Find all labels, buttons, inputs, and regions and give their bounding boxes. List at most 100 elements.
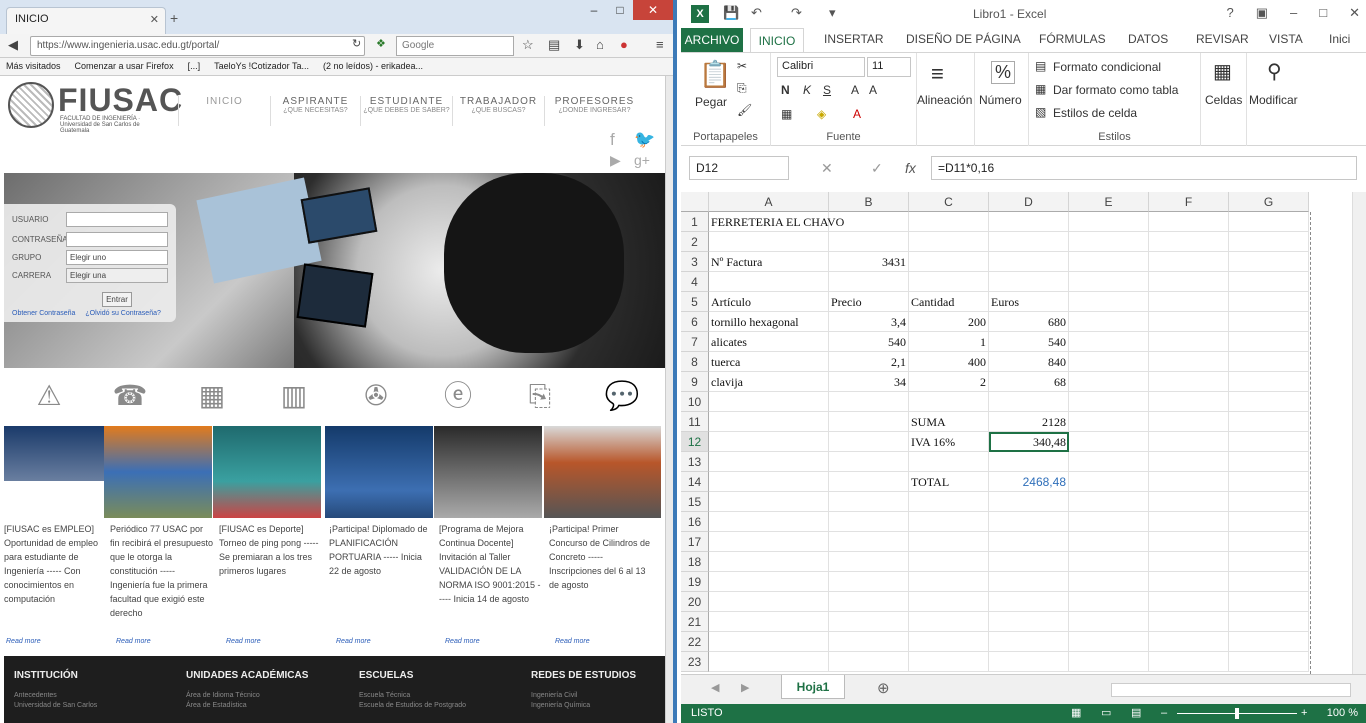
row-header-8[interactable]: 8: [681, 352, 709, 372]
italic-icon[interactable]: K: [803, 83, 811, 97]
cell-g16[interactable]: [1229, 512, 1309, 532]
cell-f8[interactable]: [1149, 352, 1229, 372]
bold-icon[interactable]: N: [781, 83, 790, 97]
cell-e5[interactable]: [1069, 292, 1149, 312]
percent-icon[interactable]: %: [991, 61, 1016, 84]
decrease-font-icon[interactable]: A: [869, 83, 877, 97]
cell-a5[interactable]: Artículo: [709, 292, 829, 312]
cell-f22[interactable]: [1149, 632, 1229, 652]
cell-g22[interactable]: [1229, 632, 1309, 652]
cancel-icon[interactable]: ✕: [821, 160, 833, 177]
cell-b5[interactable]: Precio: [829, 292, 909, 312]
cell-f4[interactable]: [1149, 272, 1229, 292]
cell-d6[interactable]: 680: [989, 312, 1069, 332]
tab-insertar[interactable]: INSERTAR: [824, 32, 884, 46]
prev-sheet-icon[interactable]: ◀: [711, 681, 719, 694]
cell-a20[interactable]: [709, 592, 829, 612]
cell-c22[interactable]: [909, 632, 989, 652]
cell-a4[interactable]: [709, 272, 829, 292]
cell-b6[interactable]: 3,4: [829, 312, 909, 332]
cell-g14[interactable]: [1229, 472, 1309, 492]
cell-f11[interactable]: [1149, 412, 1229, 432]
fill-color-icon[interactable]: ◈: [817, 107, 826, 121]
cell-b7[interactable]: 540: [829, 332, 909, 352]
cell-c12[interactable]: IVA 16%: [909, 432, 989, 452]
row-header-7[interactable]: 7: [681, 332, 709, 352]
row-header-22[interactable]: 22: [681, 632, 709, 652]
entrar-button[interactable]: Entrar: [102, 292, 132, 307]
page-layout-icon[interactable]: ▭: [1101, 704, 1111, 723]
cell-f5[interactable]: [1149, 292, 1229, 312]
copy-icon[interactable]: ⎘: [737, 81, 747, 96]
cell-f17[interactable]: [1149, 532, 1229, 552]
cell-c10[interactable]: [909, 392, 989, 412]
cell-a17[interactable]: [709, 532, 829, 552]
row-header-2[interactable]: 2: [681, 232, 709, 252]
cell-f7[interactable]: [1149, 332, 1229, 352]
column-header-b[interactable]: B: [829, 192, 909, 212]
bookmark-item[interactable]: TaeloYs !Cotizador Ta...: [214, 61, 309, 72]
reload-icon[interactable]: ↻: [352, 37, 361, 50]
e-learning-icon[interactable]: ⓔ: [438, 376, 478, 416]
tab-formulas[interactable]: FÓRMULAS: [1039, 32, 1106, 46]
browser-tab[interactable]: INICIO ✕: [6, 7, 166, 34]
add-sheet-icon[interactable]: ⊕: [877, 679, 890, 697]
cell-g6[interactable]: [1229, 312, 1309, 332]
cell-g18[interactable]: [1229, 552, 1309, 572]
cell-e18[interactable]: [1069, 552, 1149, 572]
cell-e9[interactable]: [1069, 372, 1149, 392]
cell-g1[interactable]: [1229, 212, 1309, 232]
cell-e6[interactable]: [1069, 312, 1149, 332]
cell-b15[interactable]: [829, 492, 909, 512]
underline-icon[interactable]: S: [823, 83, 831, 97]
cell-f20[interactable]: [1149, 592, 1229, 612]
cell-f23[interactable]: [1149, 652, 1229, 672]
cell-f14[interactable]: [1149, 472, 1229, 492]
menu-icon[interactable]: ≡: [656, 37, 664, 52]
news-text[interactable]: ¡Participa! Primer Concurso de Cilindros…: [549, 522, 653, 592]
row-header-15[interactable]: 15: [681, 492, 709, 512]
normal-view-icon[interactable]: ▦: [1071, 704, 1081, 723]
cell-b8[interactable]: 2,1: [829, 352, 909, 372]
cell-b11[interactable]: [829, 412, 909, 432]
numero-button[interactable]: Número: [979, 93, 1022, 107]
cell-g13[interactable]: [1229, 452, 1309, 472]
menu-inicio[interactable]: INICIO: [178, 96, 270, 126]
search-box[interactable]: Google: [396, 36, 514, 56]
cell-c17[interactable]: [909, 532, 989, 552]
cell-c16[interactable]: [909, 512, 989, 532]
row-header-18[interactable]: 18: [681, 552, 709, 572]
cell-c15[interactable]: [909, 492, 989, 512]
alineacion-button[interactable]: Alineación: [917, 93, 972, 107]
cell-a16[interactable]: [709, 512, 829, 532]
cell-d12[interactable]: 340,48: [989, 432, 1069, 452]
bookmark-item[interactable]: [...]: [188, 61, 201, 72]
url-bar[interactable]: https://www.ingenieria.usac.edu.gt/porta…: [30, 36, 365, 56]
minimize-icon[interactable]: –: [1290, 5, 1297, 21]
sheet-tab-hoja1[interactable]: Hoja1: [781, 675, 845, 699]
close-tab-icon[interactable]: ✕: [150, 13, 159, 26]
row-header-23[interactable]: 23: [681, 652, 709, 672]
cell-d8[interactable]: 840: [989, 352, 1069, 372]
news-text[interactable]: ¡Participa! Diplomado de PLANIFICACIÓN P…: [329, 522, 433, 578]
cell-d7[interactable]: 540: [989, 332, 1069, 352]
telephone-icon[interactable]: ☎: [110, 376, 150, 416]
cut-icon[interactable]: ✂: [737, 59, 747, 73]
cell-d23[interactable]: [989, 652, 1069, 672]
column-header-c[interactable]: C: [909, 192, 989, 212]
cell-b10[interactable]: [829, 392, 909, 412]
cell-g9[interactable]: [1229, 372, 1309, 392]
menu-trabajador[interactable]: TRABAJADOR ¿QUE BUSCAS?: [452, 96, 544, 126]
cell-g21[interactable]: [1229, 612, 1309, 632]
cell-g10[interactable]: [1229, 392, 1309, 412]
cell-a3[interactable]: Nº Factura: [709, 252, 829, 272]
read-more-link[interactable]: Read more: [336, 638, 371, 645]
bookmark-item[interactable]: (2 no leídos) - erikadea...: [323, 61, 423, 72]
grupo-select[interactable]: Elegir uno: [66, 250, 168, 265]
cell-a6[interactable]: tornillo hexagonal: [709, 312, 829, 332]
row-header-17[interactable]: 17: [681, 532, 709, 552]
cell-a13[interactable]: [709, 452, 829, 472]
cell-a10[interactable]: [709, 392, 829, 412]
tab-diseno[interactable]: DISEÑO DE PÁGINA: [906, 32, 1021, 46]
cell-e14[interactable]: [1069, 472, 1149, 492]
